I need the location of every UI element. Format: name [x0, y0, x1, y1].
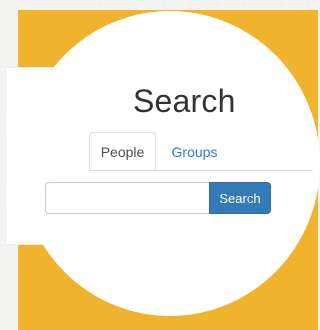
tab-groups[interactable]: Groups	[159, 132, 230, 171]
search-input[interactable]	[45, 182, 209, 214]
page-title: Search	[133, 83, 236, 119]
spotlight-circle: Search People Groups Search	[20, 11, 320, 316]
tab-people[interactable]: People	[89, 132, 156, 171]
tab-divider	[89, 170, 313, 171]
search-row: Search	[45, 182, 271, 216]
search-button[interactable]: Search	[209, 182, 271, 214]
search-tabs: People Groups	[89, 132, 313, 174]
